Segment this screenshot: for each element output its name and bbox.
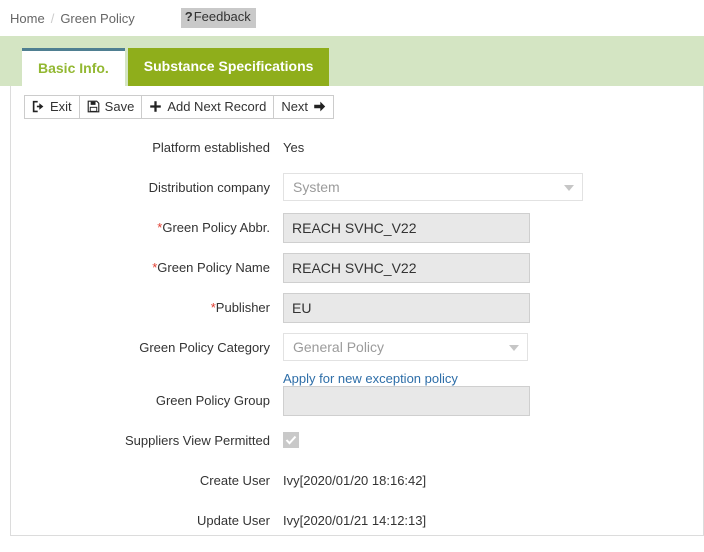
distribution-company-select[interactable]: System: [283, 173, 583, 201]
feedback-button-label: Feedback: [193, 9, 251, 25]
tab-list: Basic Info. Substance Specifications: [22, 48, 330, 86]
publisher-label-text: Publisher: [215, 300, 270, 315]
save-button-label: Save: [104, 99, 135, 114]
field-green-policy-category: Green Policy Category General Policy App…: [11, 333, 703, 386]
green-policy-group-input[interactable]: [283, 386, 530, 416]
exit-icon: [32, 100, 45, 113]
content-panel: Exit Save Add Next Record Next Platform …: [10, 86, 704, 536]
apply-exception-policy-link[interactable]: Apply for new exception policy: [283, 371, 458, 386]
platform-established-label: Platform established: [152, 140, 270, 155]
arrow-right-icon: [313, 100, 326, 113]
breadcrumb-separator: /: [50, 10, 55, 26]
breadcrumb-current: Green Policy: [60, 10, 135, 26]
distribution-company-select-wrap: System: [283, 173, 583, 201]
create-user-value: Ivy[2020/01/20 18:16:42]: [283, 473, 427, 488]
save-button[interactable]: Save: [78, 95, 143, 119]
green-policy-abbr-input[interactable]: [283, 213, 530, 243]
floppy-disk-icon: [87, 100, 100, 113]
publisher-label: *Publisher: [11, 293, 283, 323]
add-next-record-button[interactable]: Add Next Record: [141, 95, 275, 119]
plus-icon: [149, 100, 162, 113]
exit-button-label: Exit: [50, 99, 72, 114]
update-user-label: Update User: [197, 513, 270, 528]
suppliers-view-permitted-checkbox[interactable]: [283, 432, 299, 448]
field-green-policy-name: *Green Policy Name: [11, 253, 703, 293]
breadcrumb: Home / Green Policy ? Feedback: [0, 0, 704, 36]
field-suppliers-view-permitted: Suppliers View Permitted: [11, 426, 703, 466]
feedback-button[interactable]: ? Feedback: [180, 8, 256, 28]
check-icon: [285, 434, 297, 446]
question-mark-icon: ?: [184, 9, 193, 25]
create-user-label: Create User: [199, 473, 270, 488]
tab-band: Basic Info. Substance Specifications: [0, 36, 704, 86]
exit-button[interactable]: Exit: [24, 95, 80, 119]
field-platform-established: Platform established Yes: [11, 133, 703, 173]
green-policy-name-input[interactable]: [283, 253, 530, 283]
field-publisher: *Publisher: [11, 293, 703, 333]
green-policy-name-label-text: Green Policy Name: [157, 260, 270, 275]
suppliers-view-permitted-label: Suppliers View Permitted: [125, 433, 270, 448]
toolbar: Exit Save Add Next Record Next: [11, 86, 703, 119]
green-policy-group-label: Green Policy Group: [155, 393, 270, 408]
green-policy-abbr-label-text: Green Policy Abbr.: [162, 220, 270, 235]
green-policy-category-label: Green Policy Category: [139, 340, 270, 355]
platform-established-value: Yes: [283, 140, 305, 155]
tab-basic-info[interactable]: Basic Info.: [22, 48, 125, 86]
field-green-policy-group: Green Policy Group: [11, 386, 703, 426]
field-green-policy-abbr: *Green Policy Abbr.: [11, 213, 703, 253]
field-distribution-company: Distribution company System: [11, 173, 703, 213]
next-button[interactable]: Next: [273, 95, 335, 119]
publisher-input[interactable]: [283, 293, 530, 323]
tab-substance-specifications[interactable]: Substance Specifications: [127, 48, 330, 86]
next-button-label: Next: [281, 99, 309, 114]
green-policy-category-select[interactable]: General Policy: [283, 333, 528, 361]
green-policy-abbr-label: *Green Policy Abbr.: [11, 213, 283, 243]
field-create-user: Create User Ivy[2020/01/20 18:16:42]: [11, 466, 703, 506]
basic-info-form: Platform established Yes Distribution co…: [11, 119, 703, 546]
distribution-company-label: Distribution company: [148, 180, 270, 195]
update-user-value: Ivy[2020/01/21 14:12:13]: [283, 513, 427, 528]
breadcrumb-home-link[interactable]: Home: [10, 11, 45, 26]
green-policy-category-select-wrap: General Policy: [283, 333, 528, 361]
add-next-record-button-label: Add Next Record: [167, 99, 267, 114]
green-policy-name-label: *Green Policy Name: [11, 253, 283, 283]
field-update-user: Update User Ivy[2020/01/21 14:12:13]: [11, 506, 703, 546]
